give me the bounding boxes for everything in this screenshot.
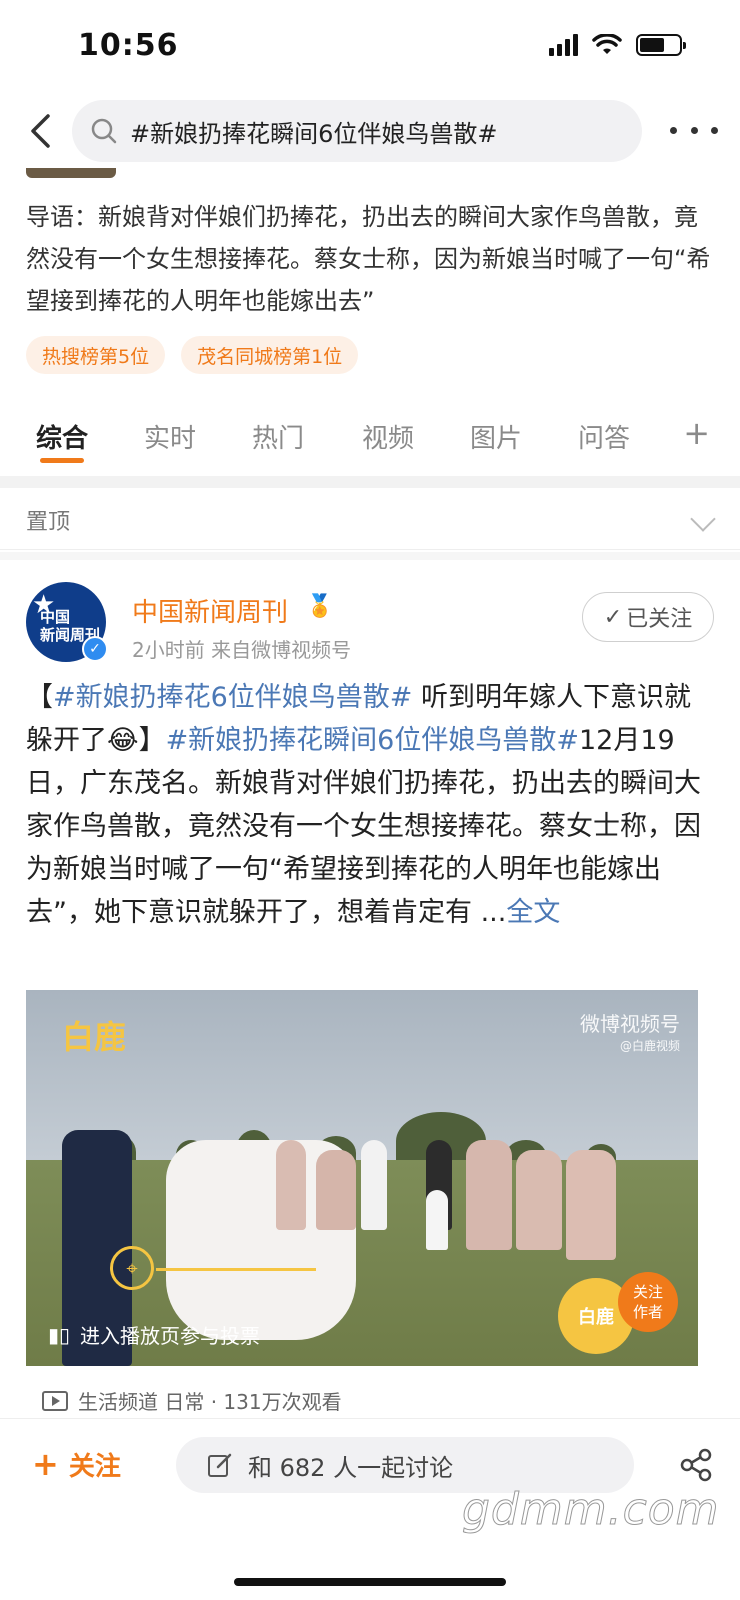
watermark: gdmm.com: [462, 1484, 720, 1536]
weibo-source-sub: @白鹿视频: [619, 1039, 680, 1053]
tab-comprehensive[interactable]: 综合: [36, 418, 88, 455]
follow-topic-label: 关注: [68, 1451, 121, 1482]
child-figure: [426, 1190, 448, 1250]
tab-qa[interactable]: 问答: [578, 418, 630, 455]
search-icon: [91, 118, 117, 144]
followed-button[interactable]: ✓ 已关注: [582, 592, 714, 642]
edit-icon: [208, 1453, 232, 1477]
tab-bar: 综合 实时 热门 视频 图片 问答 +: [0, 400, 740, 472]
search-input[interactable]: #新娘扔捧花瞬间6位伴娘鸟兽散#: [72, 100, 642, 162]
more-options-button[interactable]: [670, 112, 718, 148]
video-meta: 生活频道 日常 · 131万次观看: [42, 1386, 342, 1415]
post-meta: 2小时前 来自微博视频号: [132, 638, 352, 662]
medal-icon: 🏅: [306, 594, 334, 619]
tab-video[interactable]: 视频: [362, 418, 414, 455]
dot-icon: [711, 126, 718, 134]
battery-icon: [636, 34, 686, 56]
pinned-label: 置顶: [26, 510, 71, 535]
video-channel-icon: [42, 1390, 68, 1411]
tab-popular[interactable]: 热门: [252, 418, 304, 455]
weibo-source: 微博视频号: [580, 1012, 680, 1036]
weibo-video-logo: 微博视频号 @白鹿视频: [580, 1008, 680, 1054]
search-query: #新娘扔捧花瞬间6位伴娘鸟兽散#: [130, 119, 498, 148]
check-icon: ✓: [603, 604, 623, 630]
bracket-close: 】: [138, 725, 166, 756]
video-player[interactable]: 白鹿 微博视频号 @白鹿视频 ⌖ ▮▯ 进入播放页参与投票 白鹿 关注 作者: [26, 990, 698, 1366]
vote-text: 进入播放页参与投票: [80, 1324, 261, 1348]
bar-chart-icon: ▮▯: [48, 1322, 71, 1347]
follow-topic-button[interactable]: + 关注: [32, 1445, 121, 1483]
vote-timeline: [156, 1268, 316, 1271]
hashtag-link[interactable]: #新娘扔捧花瞬间6位伴娘鸟兽散#: [166, 725, 579, 756]
home-indicator[interactable]: [234, 1578, 506, 1586]
pinned-section[interactable]: 置顶: [0, 488, 740, 550]
laughing-emoji-icon: 😂: [107, 725, 139, 756]
tag-hot-search[interactable]: 热搜榜第5位: [26, 336, 166, 374]
topic-tags: 热搜榜第5位 茂名同城榜第1位: [26, 336, 359, 374]
tag-local-rank[interactable]: 茂名同城榜第1位: [181, 336, 359, 374]
bridesmaid-figure: [316, 1150, 356, 1230]
vote-entry[interactable]: ▮▯ 进入播放页参与投票: [48, 1320, 260, 1349]
topic-intro: 导语：新娘背对伴娘们扔捧花，扔出去的瞬间大家作鸟兽散，竟然没有一个女生想接捧花。…: [26, 203, 711, 315]
status-bar: 10:56: [0, 0, 740, 96]
section-divider: [0, 552, 740, 560]
post-body: 【#新娘扔捧花6位伴娘鸟兽散# 听到明年嫁人下意识就躲开了😂】#新娘扔捧花瞬间6…: [26, 676, 706, 934]
chevron-left-icon: [31, 114, 50, 148]
cellular-signal-icon: [549, 34, 578, 56]
bailu-logo: 白鹿: [62, 1018, 127, 1056]
back-button[interactable]: [18, 106, 62, 156]
bridesmaid-figure: [516, 1150, 562, 1250]
wifi-icon: [592, 34, 622, 54]
plus-icon: +: [32, 1445, 59, 1483]
verified-badge-icon: ✓: [82, 636, 108, 662]
guest-figure: [361, 1140, 387, 1230]
tab-images[interactable]: 图片: [470, 418, 522, 455]
active-tab-indicator: [40, 458, 84, 463]
section-divider: [0, 476, 740, 488]
followed-label: 已关注: [626, 607, 693, 632]
bridesmaid-figure: [566, 1150, 616, 1260]
discuss-label: 和 682 人一起讨论: [248, 1453, 454, 1482]
dot-icon: [670, 126, 677, 134]
hashtag-link[interactable]: #新娘扔捧花6位伴娘鸟兽散#: [53, 682, 412, 713]
bridesmaid-figure: [466, 1140, 512, 1250]
bridesmaid-figure: [276, 1140, 306, 1230]
status-time: 10:56: [78, 28, 179, 63]
status-icons: [549, 34, 686, 56]
author-name[interactable]: 中国新闻周刊: [132, 592, 288, 629]
dot-icon: [690, 126, 698, 134]
tab-realtime[interactable]: 实时: [144, 418, 196, 455]
share-icon[interactable]: [678, 1447, 714, 1483]
location-pin-icon[interactable]: ⌖: [110, 1246, 154, 1290]
video-meta-text: 生活频道 日常 · 131万次观看: [78, 1390, 342, 1414]
bracket-open: 【: [26, 682, 53, 713]
header-thumbnail-peek: [26, 168, 116, 178]
add-tab-button[interactable]: +: [683, 414, 710, 452]
chevron-down-icon: [690, 506, 716, 532]
top-bar: #新娘扔捧花瞬间6位伴娘鸟兽散#: [0, 96, 740, 168]
follow-author-button[interactable]: 关注 作者: [618, 1272, 678, 1332]
read-more-link[interactable]: 全文: [506, 897, 560, 928]
